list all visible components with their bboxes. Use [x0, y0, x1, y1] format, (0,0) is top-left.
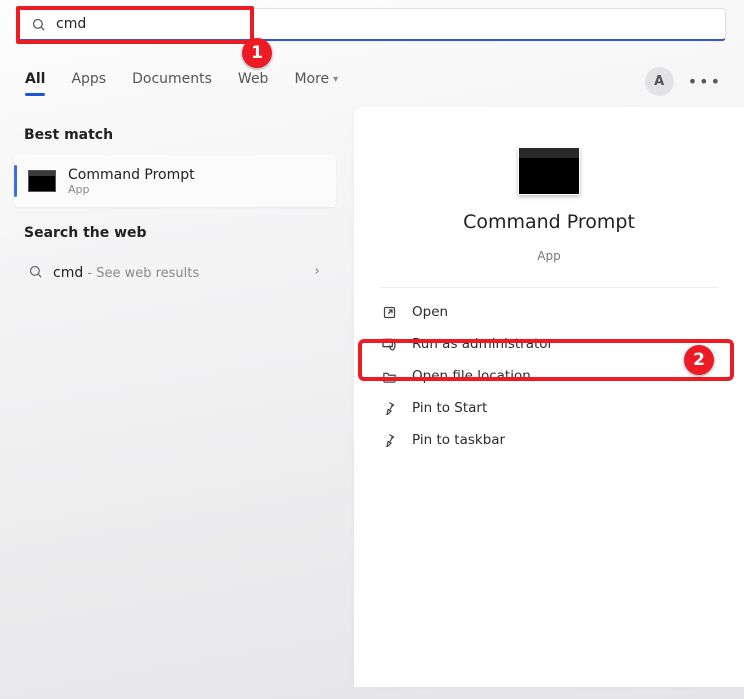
- annotation-callout-2: 2: [684, 345, 714, 375]
- best-match-title: Command Prompt: [68, 167, 195, 183]
- details-pane: Command Prompt App Open Run as administr…: [354, 107, 744, 687]
- tab-more-label: More: [294, 71, 329, 87]
- action-pin-to-start[interactable]: Pin to Start: [380, 392, 718, 424]
- best-match-subtitle: App: [68, 183, 195, 196]
- search-icon: [31, 17, 46, 32]
- web-hint: - See web results: [83, 266, 199, 281]
- chevron-right-icon: [312, 265, 322, 281]
- tab-more[interactable]: More ▾: [294, 71, 338, 107]
- command-prompt-icon: [28, 170, 56, 192]
- app-thumbnail: [518, 147, 580, 195]
- divider: [380, 287, 718, 288]
- pin-icon: [380, 399, 398, 417]
- action-open-file-location[interactable]: Open file location: [380, 360, 718, 392]
- tab-apps[interactable]: Apps: [71, 71, 106, 107]
- filter-tabs: All Apps Documents Web More ▾ A •••: [0, 49, 744, 107]
- app-kind: App: [537, 249, 560, 263]
- folder-icon: [380, 367, 398, 385]
- chevron-down-icon: ▾: [333, 74, 338, 85]
- shield-admin-icon: [380, 335, 398, 353]
- best-match-result[interactable]: Command Prompt App: [14, 155, 336, 207]
- action-open-label: Open: [412, 304, 448, 320]
- action-open-location-label: Open file location: [412, 368, 531, 384]
- search-box[interactable]: [16, 8, 726, 41]
- search-web-heading: Search the web: [0, 217, 350, 249]
- action-pin-taskbar-label: Pin to taskbar: [412, 432, 505, 448]
- more-options-button[interactable]: •••: [688, 72, 722, 91]
- tab-documents[interactable]: Documents: [132, 71, 212, 107]
- action-open[interactable]: Open: [380, 296, 718, 328]
- action-pin-start-label: Pin to Start: [412, 400, 487, 416]
- tab-web[interactable]: Web: [238, 71, 269, 107]
- action-run-as-administrator[interactable]: Run as administrator: [380, 328, 718, 360]
- action-pin-to-taskbar[interactable]: Pin to taskbar: [380, 424, 718, 456]
- best-match-heading: Best match: [0, 119, 350, 151]
- tab-all[interactable]: All: [25, 71, 45, 107]
- pin-icon: [380, 431, 398, 449]
- search-input[interactable]: [56, 16, 725, 32]
- web-search-result[interactable]: cmd - See web results: [14, 251, 336, 295]
- avatar[interactable]: A: [645, 67, 674, 96]
- action-run-admin-label: Run as administrator: [412, 336, 553, 352]
- app-title: Command Prompt: [463, 211, 635, 233]
- search-icon: [28, 264, 43, 283]
- open-icon: [380, 303, 398, 321]
- web-keyword: cmd: [53, 265, 83, 281]
